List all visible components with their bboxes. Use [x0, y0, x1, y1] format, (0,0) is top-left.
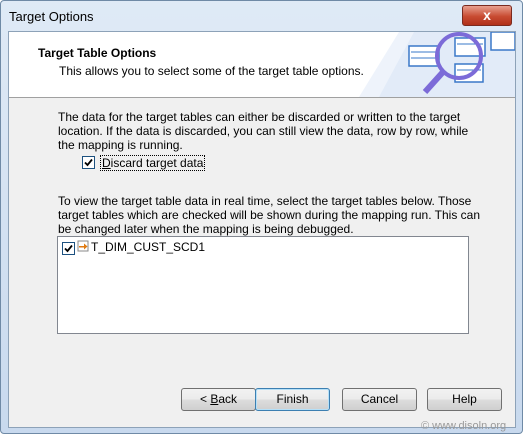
wizard-header: Target Table Options This allows you to … — [9, 32, 515, 98]
window-title: Target Options — [9, 9, 94, 24]
table-checkbox[interactable] — [62, 242, 75, 255]
watermark: © www.disoln.org — [421, 420, 507, 432]
help-button[interactable]: Help — [427, 388, 502, 411]
close-icon: x — [483, 7, 491, 23]
title-bar[interactable]: Target Options x — [1, 1, 522, 31]
checkmark-icon — [84, 158, 93, 167]
discard-checkbox-label[interactable]: Discard target data — [100, 155, 206, 171]
cancel-button[interactable]: Cancel — [342, 388, 417, 411]
view-description: To view the target table data in real ti… — [58, 194, 481, 236]
target-tables-list[interactable]: T_DIM_CUST_SCD1 — [57, 236, 469, 334]
close-button[interactable]: x — [462, 5, 512, 26]
dialog-window: Target Options x Target Table Options Th… — [0, 0, 523, 434]
checkmark-icon — [64, 244, 73, 253]
finish-button[interactable]: Finish — [255, 388, 330, 411]
back-prefix: < — [199, 392, 211, 406]
table-name: T_DIM_CUST_SCD1 — [91, 240, 206, 254]
discard-accel: D — [102, 156, 111, 170]
back-button[interactable]: < Back — [181, 388, 256, 411]
back-rest: ack — [218, 392, 238, 406]
discard-label-text: iscard target data — [110, 156, 204, 170]
page-subtitle: This allows you to select some of the ta… — [59, 64, 364, 78]
discard-description: The data for the target tables can eithe… — [58, 110, 469, 152]
list-item[interactable]: T_DIM_CUST_SCD1 — [60, 239, 360, 255]
target-table-icon — [77, 240, 89, 252]
page-title: Target Table Options — [38, 46, 157, 60]
magnifier-table-icon — [359, 32, 515, 97]
discard-checkbox[interactable] — [82, 156, 95, 169]
dialog-body: Target Table Options This allows you to … — [8, 31, 516, 428]
